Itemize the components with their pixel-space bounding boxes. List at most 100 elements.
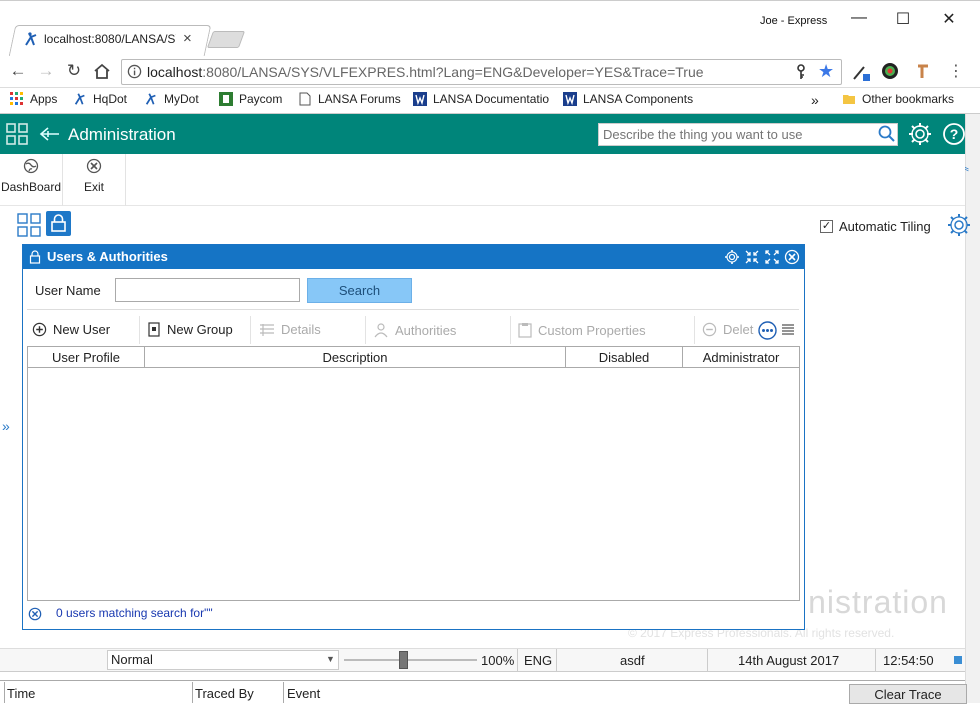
details-button[interactable]: Details <box>259 322 321 337</box>
new-user-button[interactable]: New User <box>32 322 110 337</box>
globe-icon <box>23 158 39 174</box>
bookmark-paycom[interactable]: Paycom <box>219 92 282 106</box>
trace-column-time[interactable]: Time <box>7 686 35 701</box>
column-header-administrator[interactable]: Administrator <box>683 350 799 365</box>
automatic-tiling-checkbox[interactable]: ✓ <box>820 220 833 233</box>
status-separator <box>556 649 557 671</box>
authorities-button[interactable]: Authorities <box>373 322 456 338</box>
expand-side-icon[interactable]: » <box>2 418 10 434</box>
menu-dots-icon[interactable]: ⋮ <box>948 61 964 81</box>
bookmark-mydot[interactable]: MyDot <box>144 92 199 106</box>
exit-command[interactable]: Exit <box>63 154 126 206</box>
column-header-user-profile[interactable]: User Profile <box>28 350 144 365</box>
reload-icon[interactable]: ↻ <box>64 62 84 82</box>
bookmarks-overflow-icon[interactable]: » <box>811 92 819 108</box>
clear-search-icon[interactable] <box>28 607 42 621</box>
back-icon[interactable]: ← <box>8 62 28 82</box>
bookmark-apps[interactable]: Apps <box>10 92 57 106</box>
extension-icon[interactable] <box>914 62 932 80</box>
bookmark-hqdot[interactable]: HqDot <box>73 92 127 106</box>
plus-circle-icon <box>32 322 47 337</box>
person-icon <box>374 323 388 338</box>
app-search-box[interactable] <box>598 123 898 146</box>
bookmark-lansa-components[interactable]: LANSA Components <box>563 92 693 106</box>
chevron-down-icon[interactable]: ▼ <box>326 654 335 664</box>
action-separator <box>365 316 366 344</box>
trace-column-separator <box>4 682 5 703</box>
trace-column-separator[interactable] <box>192 682 193 703</box>
current-user: asdf <box>620 653 645 668</box>
apps-grid-icon <box>10 92 23 105</box>
minimize-icon[interactable]: — <box>836 9 882 27</box>
bookmark-star-icon[interactable]: ★ <box>818 61 834 82</box>
color-wheel-icon[interactable] <box>881 62 899 80</box>
bookmark-lansa-documentation[interactable]: LANSA Documentatio <box>413 92 549 106</box>
app-search-input[interactable] <box>599 124 869 145</box>
tab-close-icon[interactable]: × <box>183 30 192 47</box>
bookmark-label: Paycom <box>239 92 283 106</box>
action-separator <box>510 316 511 344</box>
back-arrow-icon[interactable] <box>39 126 61 142</box>
zoom-slider-thumb[interactable] <box>399 651 409 669</box>
tile-grid-icon[interactable] <box>17 213 41 237</box>
overflow-list-icon[interactable] <box>781 324 795 336</box>
lock-icon[interactable] <box>46 211 71 236</box>
home-icon[interactable] <box>93 63 111 80</box>
new-group-button[interactable]: New Group <box>148 322 233 337</box>
bookmark-other[interactable]: Other bookmarks <box>842 92 954 106</box>
minus-circle-icon <box>702 322 717 337</box>
delete-button[interactable]: Delet <box>702 322 753 337</box>
tiling-settings-icon[interactable] <box>946 212 972 238</box>
column-header-disabled[interactable]: Disabled <box>566 350 682 365</box>
column-header-description[interactable]: Description <box>145 350 565 365</box>
trace-column-traced-by[interactable]: Traced By <box>195 686 254 701</box>
search-button[interactable]: Search <box>307 278 412 303</box>
trace-column-event[interactable]: Event <box>287 686 320 701</box>
zoom-slider-track[interactable] <box>344 659 477 661</box>
panel-shrink-icon[interactable] <box>744 249 760 265</box>
search-status: 0 users matching search for"" <box>56 606 213 620</box>
mode-select[interactable]: Normal <box>107 650 339 670</box>
page-scrollbar[interactable] <box>965 114 980 703</box>
app-grid-icon[interactable] <box>6 123 28 145</box>
user-name-input[interactable] <box>115 278 300 302</box>
custom-properties-button[interactable]: Custom Properties <box>518 322 646 338</box>
window-close-icon[interactable]: ✕ <box>926 9 972 29</box>
profile-name[interactable]: Joe - Express <box>760 15 827 27</box>
url-host: localhost <box>147 64 203 80</box>
status-separator <box>707 649 708 671</box>
new-tab-button[interactable] <box>206 31 246 48</box>
user-name-label: User Name <box>35 283 101 298</box>
settings-gear-icon[interactable] <box>907 121 933 147</box>
panel-maximize-icon[interactable] <box>764 249 780 265</box>
clipboard-icon <box>518 323 532 338</box>
key-icon[interactable] <box>795 64 807 80</box>
watermark-text: inistration <box>800 584 948 620</box>
action-separator <box>250 316 251 344</box>
lansa-runner-icon <box>145 93 156 105</box>
automatic-tiling-toggle[interactable]: ✓ Automatic Tiling <box>820 219 931 234</box>
help-icon[interactable]: ? <box>942 122 966 146</box>
doc-icon <box>148 322 160 337</box>
bookmark-label: LANSA Forums <box>318 92 401 106</box>
action-label: Authorities <box>395 322 457 338</box>
panel-close-icon[interactable] <box>784 249 800 265</box>
trace-column-separator[interactable] <box>283 682 284 703</box>
panel-settings-icon[interactable] <box>724 249 740 265</box>
action-label: Custom Properties <box>538 322 646 338</box>
clear-trace-button[interactable]: Clear Trace <box>849 684 967 704</box>
panel-lock-icon <box>29 250 41 264</box>
bookmark-lansa-forums[interactable]: LANSA Forums <box>298 92 401 106</box>
app-title: Administration <box>68 125 176 144</box>
trace-panel <box>0 680 965 703</box>
info-icon[interactable] <box>127 64 142 79</box>
command-label: DashBoard <box>0 180 62 194</box>
maximize-icon[interactable]: ☐ <box>880 9 926 29</box>
status-separator <box>517 649 518 671</box>
forward-icon[interactable]: → <box>36 62 56 82</box>
action-label: New User <box>53 322 111 337</box>
more-dots-icon[interactable] <box>758 321 777 340</box>
dashboard-command[interactable]: DashBoard <box>0 154 63 206</box>
eyedropper-icon[interactable] <box>851 62 871 82</box>
search-icon[interactable] <box>878 125 896 143</box>
